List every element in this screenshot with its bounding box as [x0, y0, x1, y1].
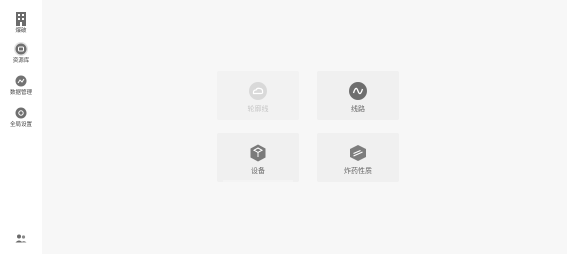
- card-route[interactable]: 线路: [317, 71, 399, 120]
- sidebar-item-label: 全局设置: [9, 122, 32, 128]
- settings-icon: [14, 106, 28, 120]
- card-outline[interactable]: 轮廓线: [217, 71, 299, 120]
- card-equipment[interactable]: 设备: [217, 133, 299, 182]
- sidebar: 爆破 资源库 数据管理 全局设置: [0, 0, 42, 254]
- users-button[interactable]: [0, 234, 42, 243]
- wave-icon: [348, 81, 368, 101]
- sidebar-item-global-settings[interactable]: 全局设置: [0, 106, 42, 129]
- chart-icon: [14, 74, 28, 88]
- card-label: 轮廓线: [247, 105, 269, 113]
- database-icon: [14, 42, 28, 56]
- card-label: 设备: [251, 167, 265, 175]
- users-icon: [0, 234, 42, 243]
- layers-icon: [348, 143, 368, 163]
- sidebar-item-resource-library[interactable]: 资源库: [0, 42, 42, 65]
- divider: [223, 180, 293, 182]
- main-content: 轮廓线 线路 设备 炸药性质: [42, 0, 567, 254]
- cloud-icon: [248, 81, 268, 101]
- card-label: 炸药性质: [344, 167, 372, 175]
- card-label: 线路: [351, 105, 365, 113]
- sidebar-item-label: 爆破: [15, 28, 27, 34]
- sidebar-item-label: 数据管理: [9, 90, 32, 96]
- sidebar-item-label: 资源库: [12, 58, 30, 64]
- card-explosive-properties[interactable]: 炸药性质: [317, 133, 399, 182]
- box-icon: [248, 143, 268, 163]
- sidebar-item-blasting[interactable]: 爆破: [0, 12, 42, 35]
- building-icon: [0, 12, 42, 26]
- sidebar-item-data-management[interactable]: 数据管理: [0, 74, 42, 97]
